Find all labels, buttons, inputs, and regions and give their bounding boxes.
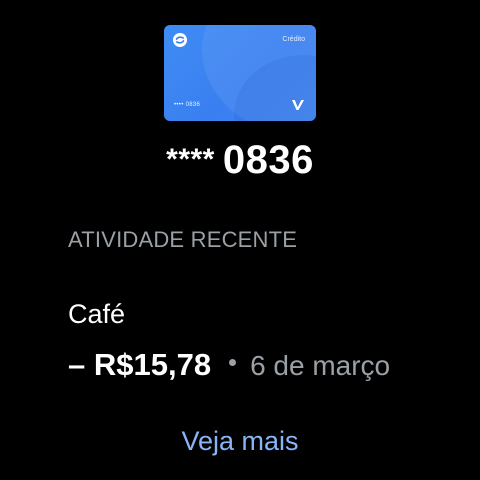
- watch-screen: Crédito •••• 0836 **** 0836 ATIVIDADE REC…: [0, 0, 480, 480]
- card-brand-v-icon: [292, 100, 304, 110]
- transaction-details: – R$15,78 6 de março: [68, 347, 390, 383]
- payment-card[interactable]: Crédito •••• 0836: [164, 25, 316, 121]
- card-mini-number: •••• 0836: [174, 102, 201, 108]
- card-type-label: Crédito: [282, 36, 305, 43]
- card-number: **** 0836: [0, 138, 480, 183]
- transaction-merchant: Café: [68, 299, 126, 329]
- transaction-amount: – R$15,78: [68, 347, 212, 382]
- wallet-logo-icon: [173, 33, 187, 47]
- transaction-date: 6 de março: [250, 350, 391, 381]
- recent-activity-title: ATIVIDADE RECENTE: [68, 227, 298, 252]
- card-number-last-digits: 0836: [222, 138, 314, 182]
- card-number-mask: ****: [166, 143, 215, 176]
- see-more-button[interactable]: Veja mais: [0, 426, 480, 457]
- separator-dot-icon: [229, 359, 237, 366]
